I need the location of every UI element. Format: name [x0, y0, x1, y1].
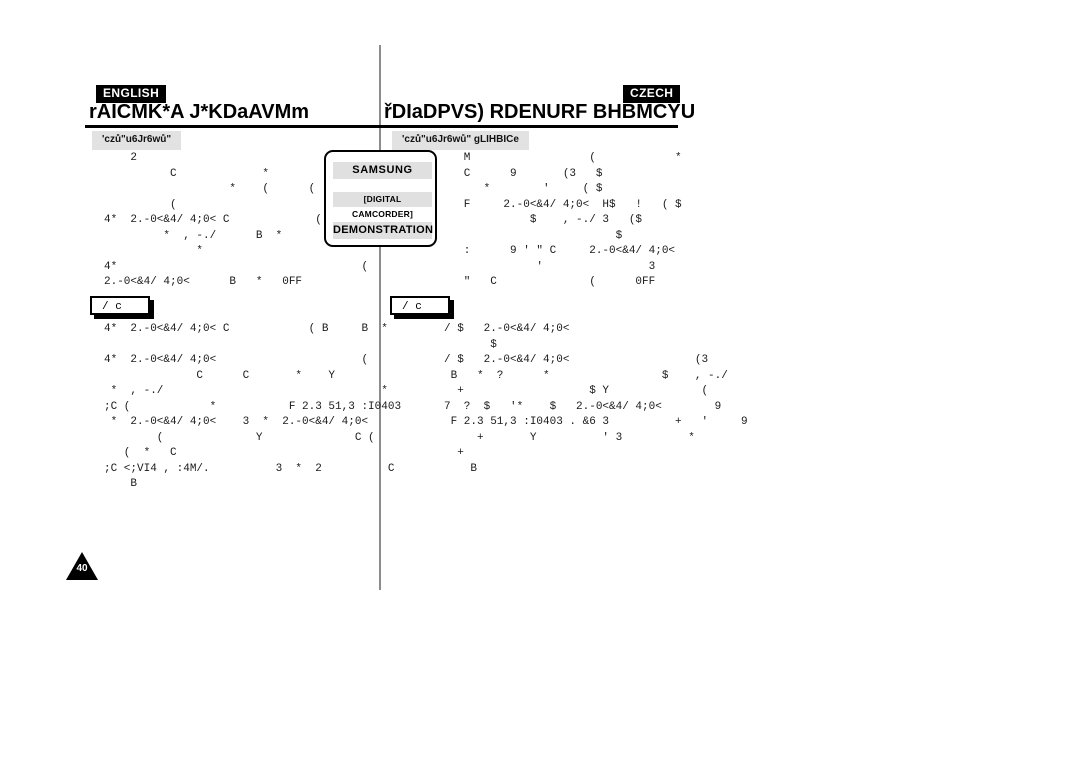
sub-section-box-right: / c	[390, 296, 450, 315]
lcd-device-label: [DIGITAL CAMCORDER]	[333, 192, 432, 219]
page-number: 40	[76, 563, 88, 574]
chapter-title-right: řDIaDPVS) RDENURF BHBMCYU	[384, 101, 696, 123]
chapter-title-left: rAICMK*A J*KDaAVMm	[89, 101, 310, 123]
lcd-brand-label: SAMSUNG	[333, 162, 432, 179]
section-label-left: 'czů"u6Jr6wů"	[92, 131, 182, 150]
sub-section-box-left: / c	[90, 296, 150, 315]
body-text-left-block-2: 4* 2.-0<&4/ 4;0< C ( B B * 4* 2.-0<&4/ 4…	[104, 323, 402, 490]
body-text-right-block-1: M ( * C 9 (3 $ * ' ( $ F 2.-0<&4/ 4;0< H…	[463, 152, 682, 288]
header-rule	[85, 125, 678, 128]
body-text-right-block-2: / $ 2.-0<&4/ 4;0< $ / $ 2.-0<&4/ 4;0< (3…	[444, 323, 748, 475]
section-label-right: 'czů"u6Jr6wů" gLIHBICe	[392, 131, 529, 150]
manual-page: ENGLISH rAICMK*A J*KDaAVMm 'czů"u6Jr6wů"…	[0, 0, 1080, 763]
page-number-badge: 40	[66, 552, 98, 580]
lcd-mode-label: DEMONSTRATION	[333, 222, 433, 239]
lcd-demo-popup: SAMSUNG [DIGITAL CAMCORDER] DEMONSTRATIO…	[324, 150, 437, 247]
